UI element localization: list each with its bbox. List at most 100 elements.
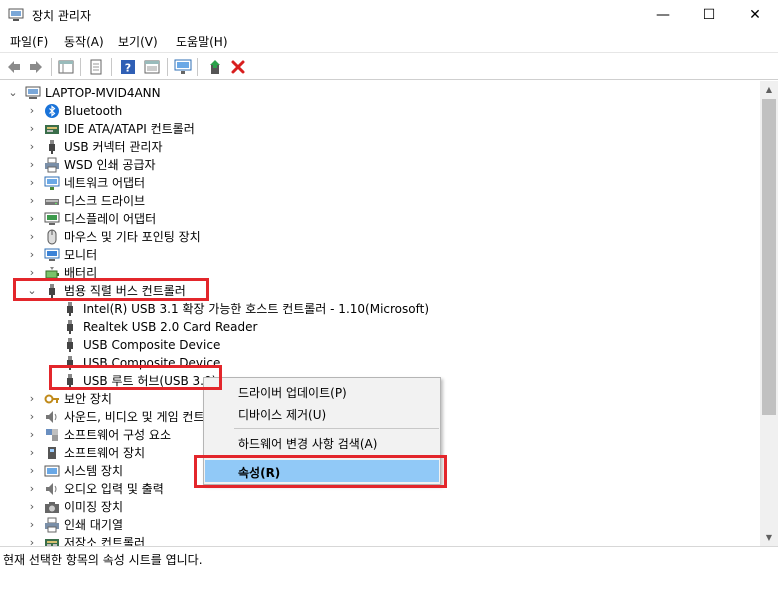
properties-grid-icon [58, 60, 74, 74]
tree-category-label: IDE ATA/ATAPI 컨트롤러 [64, 122, 195, 136]
expand-chevron-icon[interactable]: › [27, 537, 37, 547]
tree-category-label: USB 커넥터 관리자 [64, 140, 163, 154]
collapse-chevron-icon[interactable]: ⌄ [27, 285, 37, 297]
ide-controller-icon [45, 125, 59, 134]
tree-usb-device[interactable]: Intel(R) USB 3.1 확장 가능한 호스트 컨트롤러 - 1.10(… [0, 300, 760, 318]
tree-usb-device[interactable]: Realtek USB 2.0 Card Reader [0, 318, 760, 336]
show-hide-console-button[interactable] [56, 57, 76, 77]
back-arrow-icon [8, 61, 20, 73]
expand-chevron-icon[interactable]: › [27, 159, 37, 171]
expand-chevron-icon[interactable]: › [27, 141, 37, 153]
update-driver-icon [210, 60, 220, 74]
menu-file[interactable]: 파일(F) [10, 33, 48, 50]
tree-category-label: 저장소 컨트롤러 [64, 536, 146, 546]
expand-chevron-icon[interactable]: › [27, 429, 37, 441]
tree-category[interactable]: › 배터리 [0, 264, 760, 282]
ctx-uninstall-device[interactable]: 디바이스 제거(U) [205, 402, 439, 424]
ctx-item-label: 속성(R) [238, 466, 281, 480]
menu-bar: 파일(F) 동작(A) 보기(V) 도움말(H) [0, 30, 778, 52]
close-button[interactable]: ✕ [732, 0, 778, 30]
disk-drive-icon [45, 199, 59, 205]
vertical-scrollbar[interactable]: ▲ ▼ [760, 81, 778, 546]
expand-chevron-icon[interactable]: › [27, 195, 37, 207]
tree-device-label: USB Composite Device [83, 356, 221, 370]
expand-chevron-icon[interactable]: › [27, 267, 37, 279]
usb-plug-icon [67, 338, 73, 352]
expand-chevron-icon[interactable]: › [27, 447, 37, 459]
tree-category-label: 보안 장치 [64, 392, 112, 406]
expand-chevron-icon[interactable]: › [27, 393, 37, 405]
printer-icon [45, 157, 59, 173]
expand-chevron-icon[interactable]: › [27, 483, 37, 495]
collapse-chevron-icon[interactable]: ⌄ [8, 87, 18, 99]
ctx-separator [234, 428, 439, 429]
expand-chevron-icon[interactable]: › [27, 123, 37, 135]
software-component-icon [46, 429, 58, 441]
tree-category-label: 범용 직렬 버스 컨트롤러 [64, 284, 186, 298]
forward-arrow-icon [30, 61, 42, 73]
tree-category[interactable]: › 저장소 컨트롤러 [0, 534, 760, 546]
expand-chevron-icon[interactable]: › [27, 465, 37, 477]
expand-chevron-icon[interactable]: › [27, 213, 37, 225]
close-icon: ✕ [749, 7, 761, 23]
expand-chevron-icon[interactable]: › [27, 177, 37, 189]
expand-chevron-icon[interactable]: › [27, 501, 37, 513]
help-button[interactable]: ? [118, 57, 138, 77]
expand-chevron-icon[interactable]: › [27, 411, 37, 423]
tree-device-label: Realtek USB 2.0 Card Reader [83, 320, 258, 334]
tree-category[interactable]: › 디스크 드라이브 [0, 192, 760, 210]
properties-button[interactable] [142, 57, 162, 77]
tree-category[interactable]: › USB 커넥터 관리자 [0, 138, 760, 156]
tree-category-label: 디스플레이 어댑터 [64, 212, 157, 226]
expand-chevron-icon[interactable]: › [27, 105, 37, 117]
tree-device-label: USB 루트 허브(USB 3.0) [83, 374, 217, 388]
update-driver-button[interactable] [205, 57, 225, 77]
usb-plug-icon [67, 302, 73, 316]
tree-category[interactable]: › 마우스 및 기타 포인팅 장치 [0, 228, 760, 246]
scan-hardware-button[interactable] [173, 57, 193, 77]
tree-category[interactable]: › IDE ATA/ATAPI 컨트롤러 [0, 120, 760, 138]
export-list-button[interactable] [86, 57, 106, 77]
expand-chevron-icon[interactable]: › [27, 231, 37, 243]
usb-plug-icon [67, 374, 73, 388]
tree-category[interactable]: › 이미징 장치 [0, 498, 760, 516]
tree-usb-device[interactable]: USB Composite Device [0, 336, 760, 354]
ctx-update-driver[interactable]: 드라이버 업데이트(P) [205, 380, 439, 402]
minimize-button[interactable]: — [640, 0, 686, 30]
device-manager-icon [8, 8, 24, 21]
tree-category[interactable]: › 인쇄 대기열 [0, 516, 760, 534]
tree-usb-device[interactable]: USB Composite Device [0, 354, 760, 372]
tree-category[interactable]: › 네트워크 어댑터 [0, 174, 760, 192]
toolbar-separator [80, 58, 81, 76]
back-button[interactable] [4, 57, 24, 77]
scrollbar-thumb[interactable] [762, 99, 776, 415]
tree-category[interactable]: › 모니터 [0, 246, 760, 264]
uninstall-device-button[interactable] [228, 57, 248, 77]
expand-chevron-icon[interactable]: › [27, 249, 37, 261]
tree-category[interactable]: › WSD 인쇄 공급자 [0, 156, 760, 174]
scroll-up-arrow-icon[interactable]: ▲ [760, 81, 778, 98]
bluetooth-icon [45, 104, 59, 118]
tree-device-label: Intel(R) USB 3.1 확장 가능한 호스트 컨트롤러 - 1.10(… [83, 302, 430, 316]
camera-icon [45, 502, 59, 513]
ctx-properties[interactable]: 속성(R) [205, 460, 439, 482]
uninstall-x-icon [231, 60, 245, 74]
tree-category[interactable]: › Bluetooth [0, 102, 760, 120]
scroll-down-arrow-icon[interactable]: ▼ [760, 529, 778, 546]
tree-category-label: 인쇄 대기열 [64, 518, 124, 532]
expand-chevron-icon[interactable]: › [27, 519, 37, 531]
maximize-button[interactable]: ☐ [686, 0, 732, 30]
tree-category-usb[interactable]: ⌄ 범용 직렬 버스 컨트롤러 [0, 282, 760, 300]
monitor-icon [44, 248, 60, 261]
tree-root[interactable]: ⌄ LAPTOP-MVID4ANN [0, 84, 760, 102]
usb-plug-icon [67, 356, 73, 370]
tree-category[interactable]: › 디스플레이 어댑터 [0, 210, 760, 228]
ctx-item-label: 드라이버 업데이트(P) [238, 386, 347, 400]
menu-view[interactable]: 보기(V) [118, 33, 158, 50]
forward-button[interactable] [26, 57, 46, 77]
menu-help[interactable]: 도움말(H) [176, 33, 228, 50]
tree-category-label: 오디오 입력 및 출력 [64, 482, 164, 496]
menu-action[interactable]: 동작(A) [64, 33, 104, 50]
ctx-scan-hardware[interactable]: 하드웨어 변경 사항 검색(A) [205, 431, 439, 453]
toolbar-separator [197, 58, 198, 76]
